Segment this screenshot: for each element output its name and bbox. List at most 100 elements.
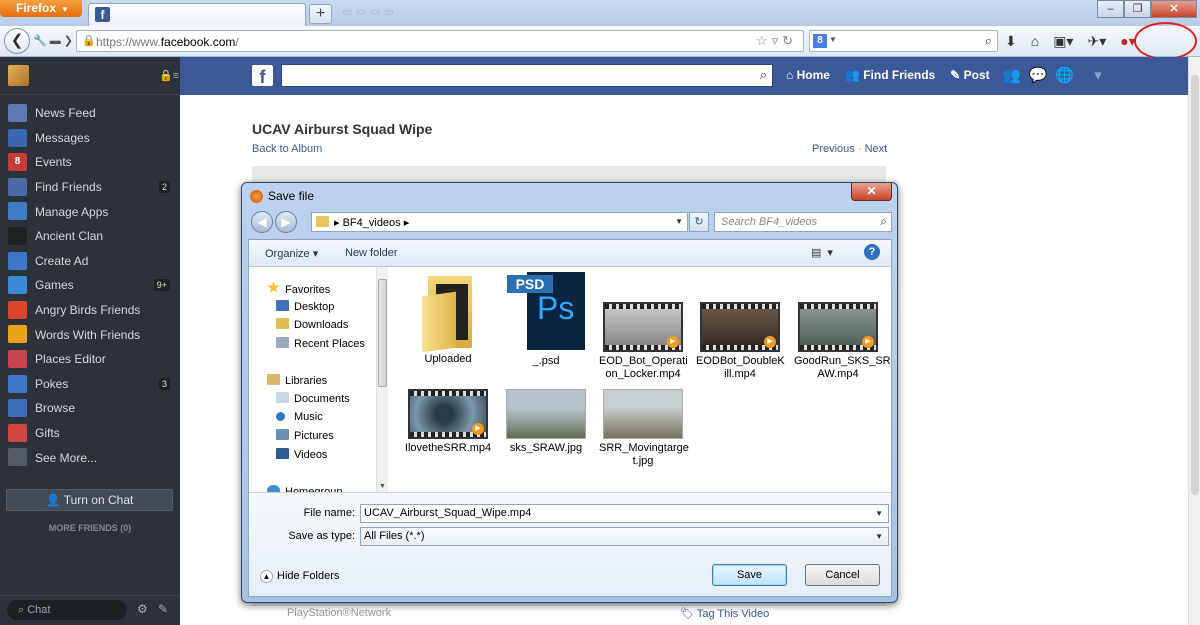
sidebar-item-label: Pokes [35, 376, 69, 391]
gear-icon[interactable]: ⚙ [137, 602, 148, 616]
dialog-forward-button[interactable]: ▶ [275, 211, 297, 233]
sidebar-item-manage-apps[interactable]: Manage Apps [0, 199, 180, 224]
sidebar-item-find-friends[interactable]: Find Friends 2 [0, 175, 180, 200]
maximize-button[interactable]: ❐ [1124, 0, 1151, 18]
file-item[interactable]: ▶ IlovetheSRR.mp4 [404, 389, 492, 455]
file-item[interactable]: ▶ GoodRun_SKS_SR AW.mp4 [794, 302, 891, 381]
sidebar-item-events[interactable]: 8 Events [0, 150, 180, 175]
sidebar-item-news-feed[interactable]: News Feed [0, 101, 180, 126]
save-type-select[interactable]: All Files (*.*) ▼ [360, 527, 889, 546]
back-to-album-link[interactable]: Back to Album [252, 143, 322, 155]
facebook-search-input[interactable]: ⌕ [281, 64, 773, 87]
dialog-close-button[interactable]: ✕ [851, 183, 892, 201]
dialog-path-bar[interactable]: ▸ BF4_videos ▸ ▼ [311, 212, 688, 232]
sidebar-item-create-ad[interactable]: Create Ad [0, 249, 180, 274]
chevron-down-icon[interactable]: ▼ [379, 483, 386, 490]
compose-icon[interactable]: ✎ [158, 602, 168, 616]
new-tab-button[interactable]: + [309, 4, 332, 24]
sidebar-item-label: Places Editor [35, 352, 106, 367]
tag-this-video-link[interactable]: 🏷 Tag This Video [680, 607, 769, 620]
avatar[interactable] [8, 65, 29, 86]
sidebar-item-ancient-clan[interactable]: Ancient Clan [0, 224, 180, 249]
privacy-lock-icon[interactable]: 🔒≡ [159, 69, 179, 82]
sidebar-item-browse[interactable]: Browse [0, 396, 180, 421]
file-item[interactable]: SRR_Movingtarge t.jpg [599, 389, 689, 468]
nav-find-friends[interactable]: 👥 Find Friends [845, 68, 935, 82]
nav-home[interactable]: ⌂ Home [786, 68, 830, 82]
cancel-button[interactable]: Cancel [805, 564, 880, 586]
save-button[interactable]: Save [712, 564, 787, 586]
google-icon[interactable]: 8 [813, 34, 827, 48]
file-name: EOD_Bot_Operati [599, 355, 688, 367]
back-button[interactable]: ❮ [4, 28, 30, 54]
bookmarks-icon[interactable]: ▣▾ [1053, 33, 1073, 50]
sidebar-item-places-editor[interactable]: Places Editor [0, 347, 180, 372]
facebook-sidebar: 🔒≡ News Feed Messages 8 Events Find Friends 2… [0, 57, 180, 625]
nav-downloads[interactable]: Downloads [276, 318, 348, 331]
sidebar-item-gifts[interactable]: Gifts [0, 421, 180, 446]
organize-button[interactable]: Organize ▾ [265, 247, 318, 260]
nav-recent-places[interactable]: Recent Places [276, 337, 365, 350]
turn-on-chat-button[interactable]: 👤 Turn on Chat [6, 489, 173, 511]
chevron-down-icon[interactable]: ▼ [829, 35, 837, 44]
facebook-logo-icon[interactable]: f [252, 65, 273, 87]
search-icon[interactable]: ⌕ [985, 33, 992, 49]
sidebar-top: 🔒≡ [0, 57, 180, 95]
nav-desktop[interactable]: Desktop [276, 300, 334, 313]
nav-documents[interactable]: Documents [276, 392, 350, 405]
sidebar-item-label: Find Friends [35, 180, 102, 195]
file-name: GoodRun_SKS_SR [794, 355, 891, 367]
file-item[interactable]: sks_SRAW.jpg [502, 389, 590, 455]
window-close-button[interactable]: ✕ [1151, 0, 1197, 18]
identity-tools[interactable]: 🔧 ▬ ❯ [33, 34, 73, 47]
save-type-label: Save as type: [288, 530, 355, 542]
bookmark-star-icon[interactable]: ☆▿↻ [756, 33, 797, 49]
page-scrollbar[interactable] [1188, 57, 1200, 625]
minimize-button[interactable]: – [1097, 0, 1124, 18]
chat-search-input[interactable]: ⌕ Chat [7, 600, 127, 620]
scrollbar-thumb[interactable] [1191, 75, 1199, 495]
sidebar-item-angry-birds-friends[interactable]: Angry Birds Friends [0, 298, 180, 323]
change-view-button[interactable]: ▤▾ [811, 246, 839, 259]
sidebar-item-words-with-friends[interactable]: Words With Friends [0, 322, 180, 347]
sidebar-item-see-more[interactable]: See More... [0, 445, 180, 470]
addon-icon[interactable]: ✈▾ [1087, 33, 1106, 50]
notification-jewels[interactable]: 👥💬🌐 ▾ [1002, 66, 1110, 84]
firefox-menu-button[interactable]: Firefox ▼ [0, 0, 82, 17]
file-item[interactable]: ▶ EODBot_DoubleK ill.mp4 [696, 302, 785, 381]
dialog-search-input[interactable]: Search BF4_videos ⌕ [714, 212, 892, 232]
previous-link[interactable]: Previous [812, 143, 855, 155]
navigation-pane-scrollbar[interactable]: ▼ [376, 267, 388, 492]
scrollbar-thumb[interactable] [378, 279, 387, 387]
chevron-down-icon[interactable]: ▼ [875, 532, 883, 541]
nav-videos[interactable]: Videos [276, 448, 327, 461]
file-item[interactable]: Uploaded [404, 272, 492, 366]
sidebar-item-messages[interactable]: Messages [0, 126, 180, 151]
window-controls: – ❐ ✕ [1097, 0, 1197, 18]
chevron-down-icon[interactable]: ▼ [875, 509, 883, 518]
search-icon[interactable]: ⌕ [760, 67, 767, 83]
nav-libraries[interactable]: Libraries [267, 374, 327, 387]
nav-post[interactable]: ✎ Post [950, 68, 989, 82]
new-folder-button[interactable]: New folder [345, 247, 398, 259]
chevron-down-icon[interactable]: ▼ [675, 217, 683, 226]
nav-pictures[interactable]: Pictures [276, 429, 334, 442]
url-bar[interactable]: 🔒 https://www.facebook.com/ ☆▿↻ [76, 30, 804, 52]
search-icon[interactable]: ⌕ [880, 214, 887, 229]
help-icon[interactable]: ? [864, 244, 880, 260]
nav-favorites[interactable]: Favorites [267, 281, 330, 296]
home-icon[interactable]: ⌂ [1031, 33, 1039, 50]
tab-facebook[interactable]: f [88, 3, 306, 26]
next-link[interactable]: Next [865, 143, 888, 155]
sidebar-item-pokes[interactable]: Pokes 3 [0, 372, 180, 397]
browser-search-bar[interactable]: 8 ▼ ⌕ [809, 30, 998, 52]
nav-music[interactable]: Music [276, 411, 323, 423]
file-item[interactable]: ▶ EOD_Bot_Operati on_Locker.mp4 [599, 302, 688, 381]
download-icon[interactable]: ⬇ [1005, 33, 1017, 50]
hide-folders-button[interactable]: ▲ Hide Folders [260, 570, 339, 583]
file-name-input[interactable]: UCAV_Airburst_Squad_Wipe.mp4 ▼ [360, 504, 889, 523]
sidebar-item-games[interactable]: Games 9+ [0, 273, 180, 298]
refresh-button[interactable]: ↻ [689, 212, 709, 232]
dialog-back-button[interactable]: ◀ [251, 211, 273, 233]
file-item[interactable]: Ps PSD _.psd [502, 272, 590, 368]
